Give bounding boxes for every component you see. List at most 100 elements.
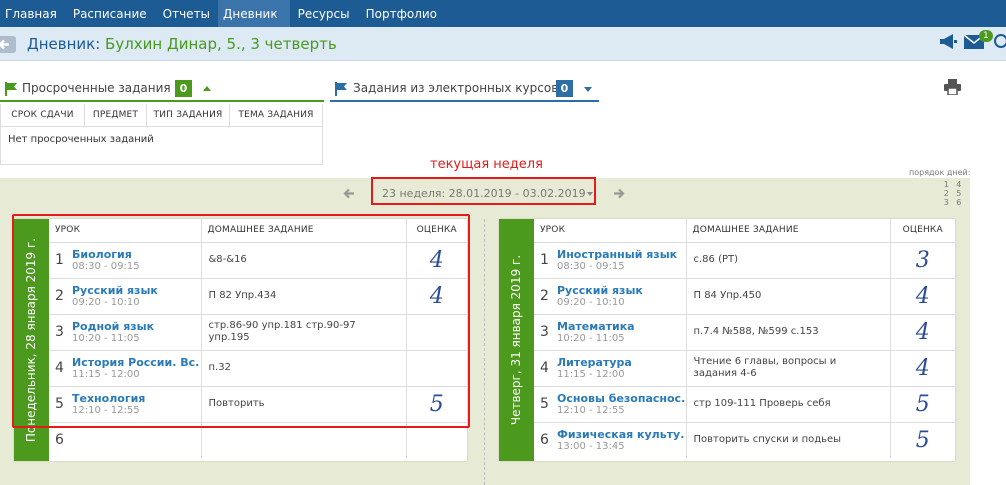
lesson-time: 08:30 - 09:15	[72, 260, 140, 272]
lesson-number: 6	[540, 432, 549, 449]
lesson-row: 2 Русский язык 09:20 - 10:10 П 82 Упр.434 4	[49, 278, 467, 315]
grade-cell: 5	[890, 422, 955, 458]
day-order-grid[interactable]: 1 4 2 5 3 6	[940, 179, 965, 207]
grade-mark[interactable]: 5	[916, 392, 930, 417]
lesson-row: 2 Русский язык 09:20 - 10:10 П 84 Упр.450 4	[534, 278, 955, 315]
lesson-subject-link[interactable]: Русский язык	[557, 284, 643, 297]
grade-mark[interactable]: 4	[430, 248, 444, 273]
mail-wrapper[interactable]: 1	[964, 29, 993, 50]
lesson-number: 4	[55, 360, 64, 376]
grade-cell: 4	[406, 242, 467, 279]
grade-cell: 4	[406, 278, 467, 315]
day-title: Четверг, 31 января 2019 г.	[509, 254, 523, 426]
grade-mark[interactable]: 5	[916, 428, 930, 453]
lesson-number: 2	[540, 288, 549, 304]
nav-item-resources[interactable]: Ресурсы	[290, 0, 358, 27]
homework-cell	[201, 422, 407, 458]
grade-mark[interactable]: 4	[916, 320, 930, 345]
lesson-subject-link[interactable]: Математика	[557, 320, 635, 333]
collapse-up-icon[interactable]	[203, 86, 211, 91]
lesson-number: 1	[540, 252, 549, 268]
grade-mark[interactable]: 4	[916, 356, 930, 381]
lesson-time: 10:20 - 11:05	[557, 332, 625, 344]
day-band: Четверг, 31 января 2019 г.	[499, 219, 534, 461]
printer-icon[interactable]	[944, 79, 961, 95]
lesson-subject-link[interactable]: Физическая культу...	[557, 428, 685, 441]
homework-cell: П 82 Упр.434	[201, 278, 407, 315]
homework-cell: П 84 Упр.450	[686, 278, 891, 315]
grade-cell	[406, 314, 467, 351]
lesson-subject-link[interactable]: Основы безопаснос...	[557, 392, 685, 405]
nav-item-portfolio[interactable]: Портфолио	[358, 0, 445, 27]
lesson-row: 3 Математика 10:20 - 11:05 п.7.4 №588, №599…	[534, 314, 955, 351]
day-band: Понедельник, 28 января 2019 г.	[14, 219, 49, 461]
grade-mark[interactable]: 3	[916, 248, 930, 273]
lesson-row: 4 Литература 11:15 - 12:00 Чтение 6 главы, …	[534, 350, 955, 387]
mail-count-badge: 1	[979, 29, 993, 42]
nav-item-diary[interactable]: Дневник	[218, 0, 290, 27]
homework-cell: Чтение 6 главы, вопросы и задания 4-6	[686, 350, 891, 387]
lesson-subject-link[interactable]: Русский язык	[72, 284, 158, 297]
megaphone-icon[interactable]	[938, 33, 958, 50]
grade-cell	[406, 350, 467, 387]
col-lesson: УРОК	[49, 219, 202, 243]
week-select[interactable]: 23 неделя: 28.01.2019 - 03.02.2019	[376, 184, 596, 204]
week-select-value: 23 неделя: 28.01.2019 - 03.02.2019	[382, 187, 586, 200]
homework-cell: &8-&16	[201, 242, 407, 279]
grade-mark[interactable]: 4	[430, 284, 444, 309]
day-title: Понедельник, 28 января 2019 г.	[24, 237, 38, 443]
grade-mark[interactable]: 4	[916, 284, 930, 309]
day-order-2[interactable]: 2	[940, 189, 953, 198]
homework-cell: стр.86-90 упр.181 стр.90-97 упр.195	[201, 314, 407, 351]
chat-icon[interactable]	[992, 33, 1006, 50]
page-title: Дневник: Булхин Динар, 5., 3 четверть	[27, 35, 337, 53]
lessons-table: УРОК ДОМАШНЕЕ ЗАДАНИЕ ОЦЕНКА 1 Биология 08…	[49, 219, 467, 458]
col-task-topic[interactable]: ТЕМА ЗАДАНИЯ	[230, 104, 322, 126]
lesson-subject-link[interactable]: Технология	[72, 392, 145, 405]
prev-week-arrow-icon[interactable]	[343, 188, 355, 199]
nav-item-reports[interactable]: Отчеты	[155, 0, 218, 27]
flag-icon	[335, 82, 347, 96]
day-order-6[interactable]: 6	[953, 198, 966, 207]
lesson-cell: 4 История России. Вс... 11:15 - 12:00	[49, 350, 202, 387]
col-subject[interactable]: ПРЕДМЕТ	[85, 104, 147, 126]
ecourse-tasks-tab[interactable]: Задания из электронных курсов 0	[330, 76, 599, 102]
overdue-tasks-tab[interactable]: Просроченные задания 0	[0, 76, 324, 102]
title-prefix: Дневник:	[27, 35, 101, 53]
expand-down-icon[interactable]	[584, 87, 592, 92]
lesson-subject-link[interactable]: Литература	[557, 356, 632, 369]
lesson-cell: 5 Основы безопаснос... 12:10 - 12:55	[534, 386, 687, 423]
lesson-time: 13:00 - 13:45	[557, 440, 625, 452]
lesson-row: 3 Родной язык 10:20 - 11:05 стр.86-90 упр.1…	[49, 314, 467, 351]
grade-cell: 5	[406, 386, 467, 423]
grade-mark[interactable]: 5	[430, 392, 444, 417]
lesson-time: 08:30 - 09:15	[557, 260, 625, 272]
nav-item-home[interactable]: Главная	[0, 0, 65, 27]
grade-cell: 4	[890, 278, 955, 315]
col-grade: ОЦЕНКА	[406, 219, 467, 243]
col-task-type[interactable]: ТИП ЗАДАНИЯ	[147, 104, 230, 126]
day-order-5[interactable]: 5	[953, 189, 966, 198]
lesson-cell: 1 Иностранный язык 08:30 - 09:15	[534, 242, 687, 279]
next-week-arrow-icon[interactable]	[613, 188, 625, 199]
homework-cell: стр 109-111 Проверь себя	[686, 386, 891, 423]
nav-item-schedule[interactable]: Расписание	[65, 0, 155, 27]
lesson-time: 09:20 - 10:10	[72, 296, 140, 308]
lesson-time: 11:15 - 12:00	[557, 368, 625, 380]
lesson-number: 5	[540, 396, 549, 412]
day-card-monday: Понедельник, 28 января 2019 г. УРОК ДОМА…	[14, 219, 467, 461]
lesson-subject-link[interactable]: Родной язык	[72, 320, 154, 333]
col-due-date[interactable]: СРОК СДАЧИ	[1, 104, 85, 126]
lesson-subject-link[interactable]: Биология	[72, 248, 140, 261]
lesson-row: 6	[49, 422, 467, 458]
back-arrow-icon[interactable]	[0, 36, 16, 53]
lesson-subject-link[interactable]: Иностранный язык	[557, 248, 677, 261]
day-order-1[interactable]: 1	[940, 180, 953, 189]
lesson-cell: 2 Русский язык 09:20 - 10:10	[534, 278, 687, 315]
col-homework: ДОМАШНЕЕ ЗАДАНИЕ	[686, 219, 891, 243]
lesson-cell: 4 Литература 11:15 - 12:00	[534, 350, 687, 387]
lesson-cell: 5 Технология 12:10 - 12:55	[49, 386, 202, 423]
day-order-4[interactable]: 4	[953, 180, 966, 189]
day-order-3[interactable]: 3	[940, 198, 953, 207]
lesson-subject-link[interactable]: История России. Вс...	[72, 356, 200, 369]
